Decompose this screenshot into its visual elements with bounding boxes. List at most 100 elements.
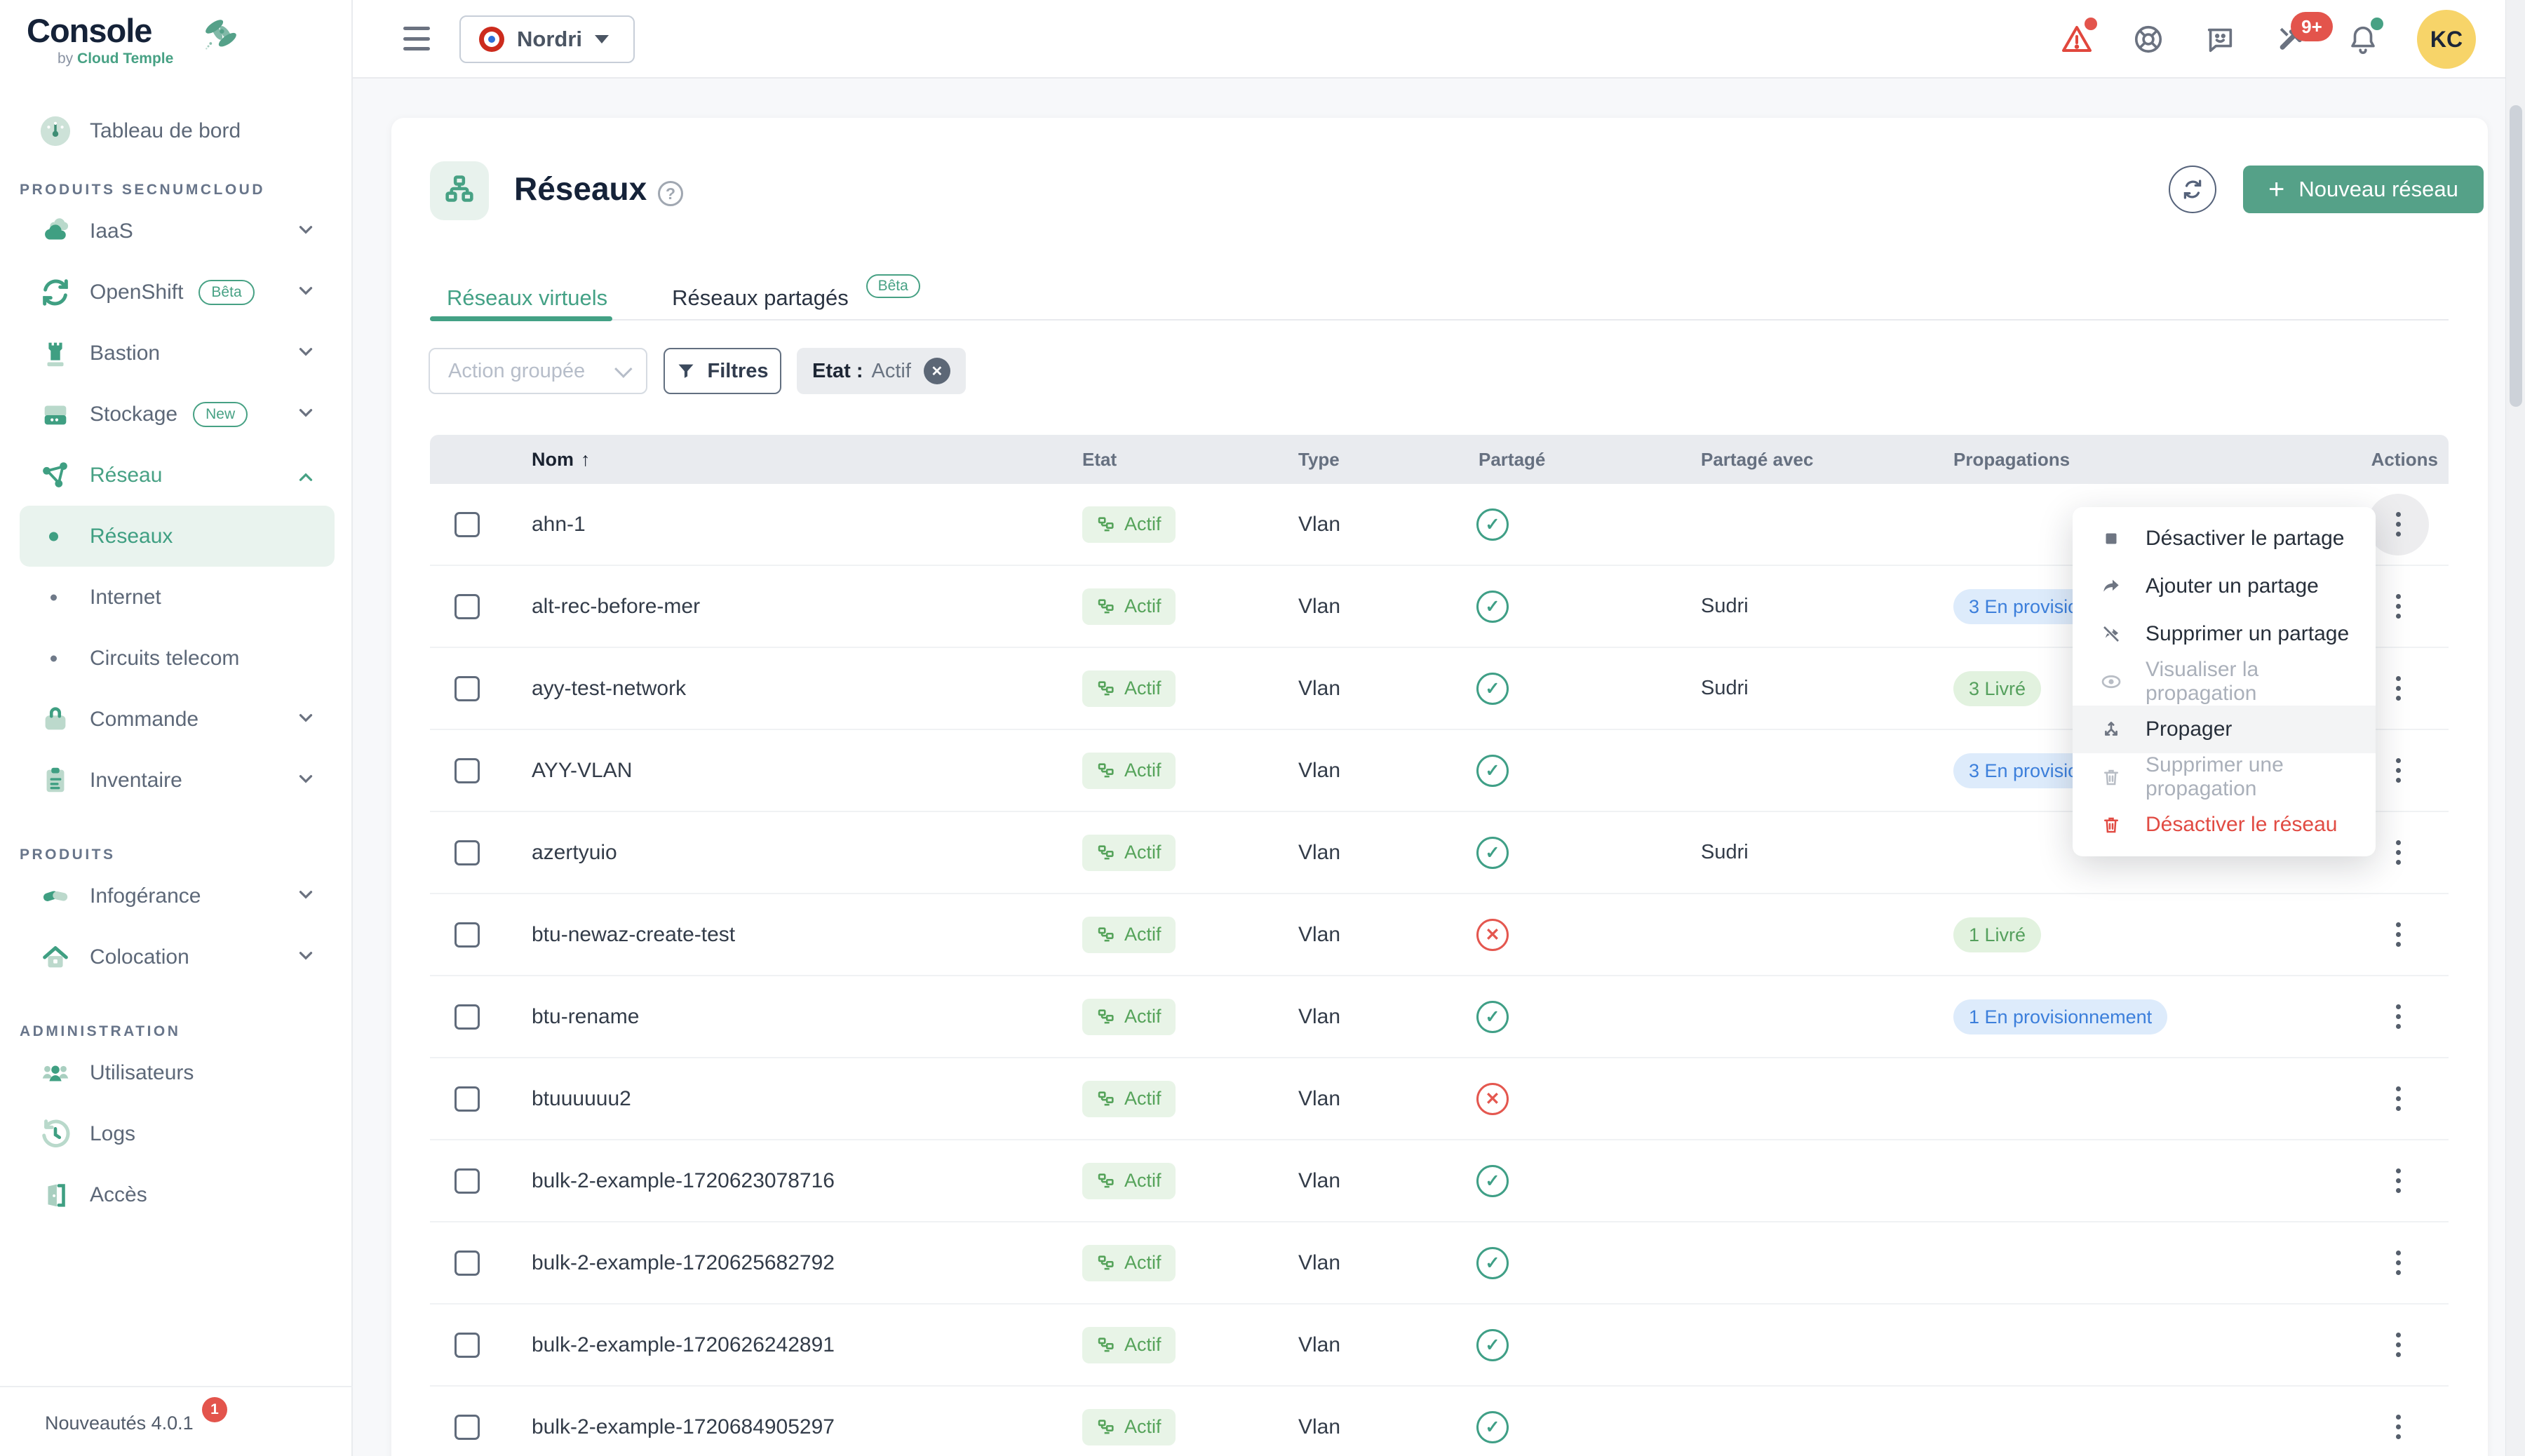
menu-item-propager[interactable]: Propager: [2073, 706, 2376, 753]
sidebar-item-circuits-telecom[interactable]: Circuits telecom: [20, 628, 335, 689]
tools-button[interactable]: 9+: [2274, 22, 2309, 57]
main-content: Réseaux + Nouveau réseau Réseaux virtuel…: [353, 79, 2525, 1456]
row-checkbox[interactable]: [454, 1168, 480, 1194]
network-status-icon: [1096, 761, 1116, 781]
eye-icon: [2099, 670, 2123, 694]
sidebar-item-iaas[interactable]: IaaS: [0, 201, 353, 262]
row-checkbox[interactable]: [454, 1086, 480, 1112]
column-header-type: Type: [1258, 449, 1433, 471]
chevron-down-icon: [295, 884, 316, 908]
sidebar-item-colocation[interactable]: Colocation: [0, 926, 353, 987]
shared-status-icon: [1476, 919, 1509, 951]
menu-item-supprimer-propagation[interactable]: Supprimer une propagation: [2073, 753, 2376, 801]
menu-item-desactiver-reseau[interactable]: Désactiver le réseau: [2073, 801, 2376, 849]
network-status-icon: [1096, 1171, 1116, 1191]
column-header-nom[interactable]: Nom↑: [514, 449, 1047, 471]
row-actions-kebab[interactable]: [2367, 986, 2429, 1048]
alerts-button[interactable]: [2059, 22, 2094, 57]
tenant-selector[interactable]: Nordri: [459, 15, 635, 63]
row-actions-kebab[interactable]: [2367, 658, 2429, 720]
row-actions-kebab[interactable]: [2367, 1150, 2429, 1212]
row-checkbox[interactable]: [454, 512, 480, 537]
active-tab-indicator: [430, 316, 612, 321]
sidebar-item-internet[interactable]: Internet: [20, 567, 335, 628]
brand-name: Console: [27, 12, 152, 49]
row-checkbox[interactable]: [454, 758, 480, 783]
sidebar-item-reseau[interactable]: Réseau: [0, 445, 353, 506]
row-actions-kebab[interactable]: [2367, 822, 2429, 884]
network-type: Vlan: [1258, 677, 1433, 701]
refresh-button[interactable]: [2169, 166, 2216, 213]
row-actions-kebab[interactable]: [2367, 494, 2429, 555]
share-off-icon: [2099, 622, 2123, 646]
app-root: Console by Cloud Temple Tableau de bord …: [0, 0, 2525, 1456]
network-type: Vlan: [1258, 513, 1433, 537]
alert-dot-badge: [2085, 18, 2097, 30]
filters-button[interactable]: Filtres: [664, 348, 781, 394]
row-actions-kebab[interactable]: [2367, 1314, 2429, 1376]
row-checkbox[interactable]: [454, 922, 480, 948]
row-context-menu: Désactiver le partage Ajouter un partage…: [2073, 507, 2376, 856]
row-actions-kebab[interactable]: [2367, 904, 2429, 966]
column-header-partage-avec: Partagé avec: [1650, 449, 1903, 471]
row-actions-kebab[interactable]: [2367, 1068, 2429, 1130]
row-actions-kebab[interactable]: [2367, 576, 2429, 638]
row-actions-kebab[interactable]: [2367, 1396, 2429, 1456]
chevron-down-icon: [295, 280, 316, 304]
sidebar-item-utilisateurs[interactable]: Utilisateurs: [0, 1042, 353, 1103]
help-icon[interactable]: [658, 181, 683, 206]
tab-reseaux-partages[interactable]: Réseaux partagés Bêta: [655, 285, 866, 311]
hamburger-menu-icon[interactable]: [403, 27, 430, 50]
scrollbar-thumb[interactable]: [2510, 105, 2522, 407]
row-checkbox[interactable]: [454, 1004, 480, 1030]
shared-with: Sudri: [1650, 677, 1903, 700]
sidebar-nav: Tableau de bord PRODUITS SECNUMCLOUD Iaa…: [0, 105, 353, 1225]
network-name: alt-rec-before-mer: [514, 595, 1047, 619]
bullet-icon: [49, 532, 58, 541]
sort-asc-icon: ↑: [581, 449, 591, 470]
row-checkbox[interactable]: [454, 1251, 480, 1276]
row-checkbox[interactable]: [454, 1415, 480, 1440]
sidebar-item-bastion[interactable]: Bastion: [0, 323, 353, 384]
row-actions-kebab[interactable]: [2367, 740, 2429, 802]
bulk-action-dropdown[interactable]: Action groupée: [429, 348, 647, 394]
tab-reseaux-virtuels[interactable]: Réseaux virtuels: [430, 285, 624, 311]
topbar: Nordri 9+ KC: [353, 0, 2525, 79]
support-button[interactable]: [2131, 22, 2166, 57]
whats-new-link[interactable]: Nouveautés 4.0.1: [45, 1413, 194, 1434]
sidebar-item-logs[interactable]: Logs: [0, 1103, 353, 1164]
storage-icon: [39, 398, 72, 431]
sidebar-item-commande[interactable]: Commande: [0, 689, 353, 750]
tenant-name: Nordri: [517, 27, 582, 52]
sidebar-section-secnumcloud: PRODUITS SECNUMCLOUD: [0, 180, 353, 201]
network-name: bulk-2-example-1720684905297: [514, 1415, 1047, 1439]
user-avatar[interactable]: KC: [2417, 10, 2476, 69]
row-checkbox[interactable]: [454, 594, 480, 619]
row-checkbox[interactable]: [454, 840, 480, 865]
menu-item-desactiver-partage[interactable]: Désactiver le partage: [2073, 515, 2376, 562]
page-scrollbar[interactable]: [2505, 0, 2525, 1456]
propagation-badge: 1 En provisionnement: [1953, 999, 2167, 1034]
sidebar-item-acces[interactable]: Accès: [0, 1164, 353, 1225]
menu-item-supprimer-partage[interactable]: Supprimer un partage: [2073, 610, 2376, 658]
sidebar-item-inventaire[interactable]: Inventaire: [0, 750, 353, 811]
history-icon: [39, 1118, 72, 1150]
chat-smiley-icon: [2204, 23, 2236, 55]
sidebar-item-infogerance[interactable]: Infogérance: [0, 865, 353, 926]
sidebar-item-stockage[interactable]: Stockage New: [0, 384, 353, 445]
new-network-button[interactable]: + Nouveau réseau: [2243, 166, 2484, 213]
sidebar-item-openshift[interactable]: OpenShift Bêta: [0, 262, 353, 323]
row-checkbox[interactable]: [454, 676, 480, 701]
status-badge: Actif: [1082, 1163, 1176, 1199]
networks-page-icon: [430, 161, 489, 220]
menu-item-visualiser-propagation[interactable]: Visualiser la propagation: [2073, 658, 2376, 706]
chip-close-icon[interactable]: [924, 358, 950, 384]
feedback-button[interactable]: [2202, 22, 2237, 57]
propagation-badge: 1 Livré: [1953, 917, 2041, 952]
sidebar-item-reseaux[interactable]: Réseaux: [20, 506, 335, 567]
row-actions-kebab[interactable]: [2367, 1232, 2429, 1294]
row-checkbox[interactable]: [454, 1333, 480, 1358]
notifications-button[interactable]: [2345, 22, 2381, 57]
menu-item-ajouter-partage[interactable]: Ajouter un partage: [2073, 562, 2376, 610]
sidebar-item-dashboard[interactable]: Tableau de bord: [0, 105, 353, 157]
